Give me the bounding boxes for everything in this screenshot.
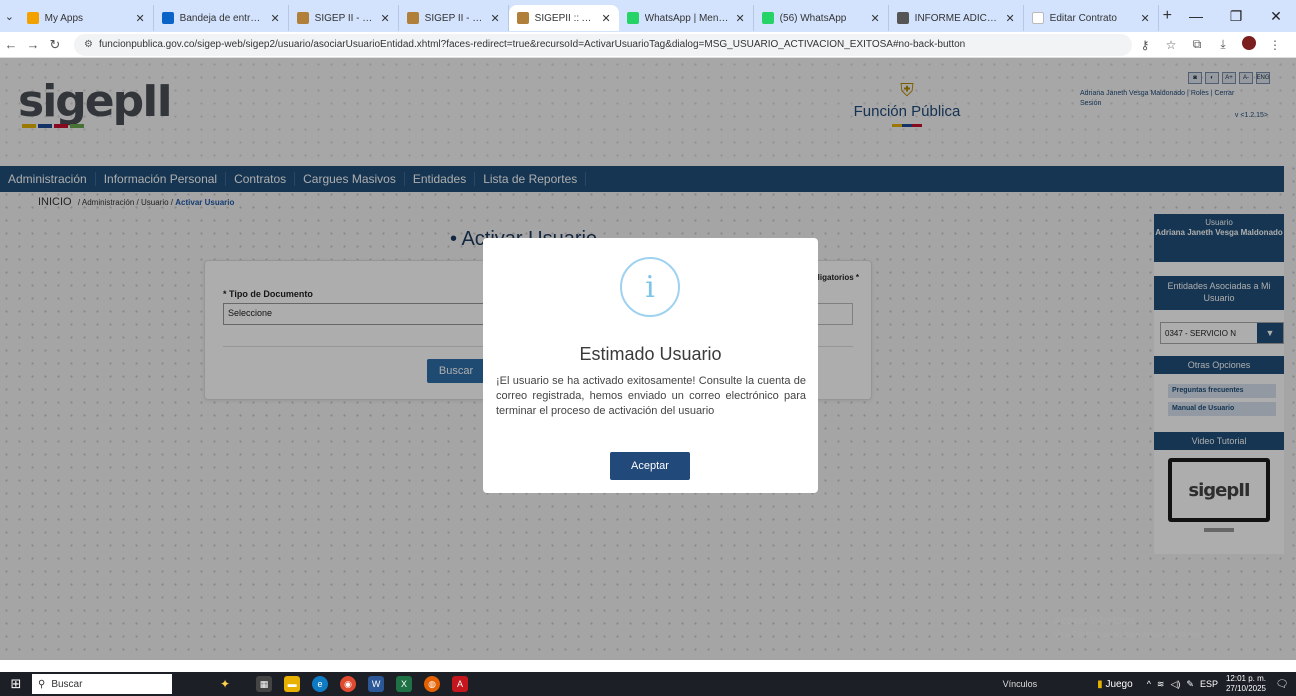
window-controls: — ❐ ✕ bbox=[1176, 8, 1296, 25]
tab-favicon-icon bbox=[896, 12, 909, 24]
taskbar-search-text: Buscar bbox=[51, 678, 83, 690]
browser-tab[interactable]: My Apps ✕ bbox=[19, 5, 154, 31]
browser-tab[interactable]: SIGEPII :: Administrac ✕ bbox=[508, 5, 619, 31]
tab-title: SIGEP II - SIGEP II - F bbox=[314, 12, 375, 24]
profile-avatar[interactable] bbox=[1236, 36, 1262, 53]
game-flag-icon: ▮ bbox=[1097, 678, 1103, 690]
tab-title: SIGEP II - SIGEP II - F bbox=[424, 12, 485, 24]
tab-close-icon[interactable]: ✕ bbox=[601, 12, 610, 25]
tab-favicon-icon bbox=[761, 12, 774, 24]
language-indicator[interactable]: ESP bbox=[1200, 679, 1218, 689]
dialog-message: ¡El usuario se ha activado exitosamente!… bbox=[496, 375, 806, 417]
clock-date: 27/10/2025 bbox=[1225, 684, 1266, 693]
browser-tab[interactable]: SIGEP II - SIGEP II - F ✕ bbox=[399, 5, 509, 31]
maximize-icon[interactable]: ❐ bbox=[1216, 8, 1256, 25]
edge-icon[interactable]: e bbox=[312, 676, 329, 692]
extensions-icon[interactable]: ⧉ bbox=[1184, 37, 1210, 52]
browser-tab[interactable]: WhatsApp | Mensajer ✕ bbox=[619, 5, 754, 31]
reload-icon[interactable]: ↻ bbox=[44, 37, 66, 53]
tab-close-icon[interactable]: ✕ bbox=[735, 12, 744, 25]
password-key-icon[interactable]: ⚷ bbox=[1132, 38, 1158, 52]
browser-tab[interactable]: (56) WhatsApp ✕ bbox=[754, 5, 889, 31]
tab-title: (56) WhatsApp bbox=[779, 12, 847, 24]
browser-tab[interactable]: Bandeja de entrada ✕ bbox=[154, 5, 289, 31]
tab-title: INFORME ADICION bbox=[914, 12, 1000, 24]
downloads-icon[interactable]: ⤓ bbox=[1210, 37, 1236, 52]
browser-menu-icon[interactable]: ⋮ bbox=[1262, 38, 1288, 52]
tab-title: Editar Contrato bbox=[1049, 12, 1117, 24]
tab-search-button[interactable]: ⌄ bbox=[0, 0, 19, 32]
tab-favicon-icon bbox=[1031, 12, 1044, 24]
new-tab-button[interactable]: + bbox=[1159, 7, 1176, 25]
tab-favicon-icon bbox=[26, 12, 39, 24]
tab-title: WhatsApp | Mensajer bbox=[644, 12, 730, 24]
address-bar-actions: ⚷ ☆ ⧉ ⤓ ⋮ bbox=[1132, 36, 1296, 53]
aceptar-button[interactable]: Aceptar bbox=[610, 452, 690, 480]
site-info-icon[interactable]: ⚙ bbox=[84, 39, 93, 50]
notification-icon[interactable]: 🗨 bbox=[1274, 679, 1290, 690]
tab-title: My Apps bbox=[44, 12, 84, 24]
browser-tab[interactable]: INFORME ADICION ✕ bbox=[889, 5, 1024, 31]
info-icon: i bbox=[620, 257, 680, 317]
url-field[interactable]: ⚙ funcionpublica.gov.co/sigep-web/sigep2… bbox=[74, 33, 1132, 56]
search-icon: ⚲ bbox=[38, 678, 46, 690]
tab-close-icon[interactable]: ✕ bbox=[270, 12, 279, 25]
minimize-icon[interactable]: — bbox=[1176, 8, 1216, 25]
close-window-icon[interactable]: ✕ bbox=[1256, 8, 1296, 25]
back-icon[interactable]: ← bbox=[0, 37, 22, 52]
firefox-icon[interactable]: ◍ bbox=[424, 676, 441, 692]
pen-icon[interactable]: ✎ bbox=[1186, 679, 1194, 690]
address-bar: ← → ↻ ⚙ funcionpublica.gov.co/sigep-web/… bbox=[0, 32, 1296, 58]
tab-close-icon[interactable]: ✕ bbox=[490, 12, 499, 25]
network-icon[interactable]: ≋ bbox=[1157, 679, 1165, 690]
tab-close-icon[interactable]: ✕ bbox=[870, 12, 879, 25]
tab-favicon-icon bbox=[626, 12, 639, 24]
tab-list: My Apps ✕ Bandeja de entrada ✕ SIGEP II - SI… bbox=[19, 1, 1159, 31]
tab-close-icon[interactable]: ✕ bbox=[1005, 12, 1014, 25]
clock-time: 12:01 p. m. bbox=[1225, 674, 1266, 683]
browser-tab[interactable]: SIGEP II - SIGEP II - F ✕ bbox=[289, 5, 399, 31]
taskbar-juego[interactable]: ▮ Juego bbox=[1097, 679, 1133, 690]
tab-title: Bandeja de entrada bbox=[179, 12, 265, 24]
taskbar-search[interactable]: ⚲ Buscar bbox=[32, 674, 172, 694]
browser-tab[interactable]: Editar Contrato ✕ bbox=[1024, 5, 1159, 31]
taskbar-juego-text: Juego bbox=[1105, 678, 1133, 690]
site-viewport: sigepII ⛨ Función Pública ◙ ◐ A+ A- ENG Adri… bbox=[0, 58, 1296, 660]
tab-close-icon[interactable]: ✕ bbox=[1140, 12, 1149, 25]
tab-favicon-icon bbox=[161, 12, 174, 24]
volume-icon[interactable]: ◁) bbox=[1170, 679, 1180, 690]
tab-favicon-icon bbox=[406, 12, 419, 24]
chevron-up-icon[interactable]: ^ bbox=[1147, 679, 1151, 689]
dialog-title: Estimado Usuario bbox=[579, 344, 722, 364]
tab-favicon-icon bbox=[516, 12, 529, 24]
excel-icon[interactable]: X bbox=[396, 676, 413, 692]
tab-close-icon[interactable]: ✕ bbox=[135, 12, 144, 25]
activation-success-dialog: i Estimado Usuario ¡El usuario se ha act… bbox=[483, 238, 818, 493]
acrobat-icon[interactable]: A bbox=[452, 676, 469, 692]
url-text: funcionpublica.gov.co/sigep-web/sigep2/u… bbox=[98, 39, 966, 50]
forward-icon[interactable]: → bbox=[22, 37, 44, 52]
browser-tab-strip: ⌄ My Apps ✕ Bandeja de entrada ✕ SIGEP II - … bbox=[0, 0, 1296, 32]
windows-start-icon[interactable]: ⊞ bbox=[0, 672, 32, 696]
taskbar-apps: ▦ ▬ e ◉ W X ◍ A bbox=[256, 676, 469, 692]
tab-title: SIGEPII :: Administrac bbox=[534, 12, 596, 24]
tab-favicon-icon bbox=[296, 12, 309, 24]
taskbar-vinculos[interactable]: Vínculos bbox=[1003, 679, 1038, 689]
system-tray: ^ ≋ ◁) ✎ ESP bbox=[1147, 679, 1218, 690]
bookmark-star-icon[interactable]: ☆ bbox=[1158, 38, 1184, 52]
chrome-icon[interactable]: ◉ bbox=[340, 676, 357, 692]
taskbar-clock[interactable]: 12:01 p. m. 27/10/2025 bbox=[1226, 674, 1266, 694]
file-explorer-icon[interactable]: ▬ bbox=[284, 676, 301, 692]
widgets-icon[interactable]: ✦ bbox=[220, 677, 230, 691]
word-icon[interactable]: W bbox=[368, 676, 385, 692]
windows-taskbar: ⊞ ⚲ Buscar ✦ ▦ ▬ e ◉ W X ◍ A Vínculos ▮ … bbox=[0, 672, 1296, 696]
task-view-icon[interactable]: ▦ bbox=[256, 676, 273, 692]
tab-close-icon[interactable]: ✕ bbox=[380, 12, 389, 25]
